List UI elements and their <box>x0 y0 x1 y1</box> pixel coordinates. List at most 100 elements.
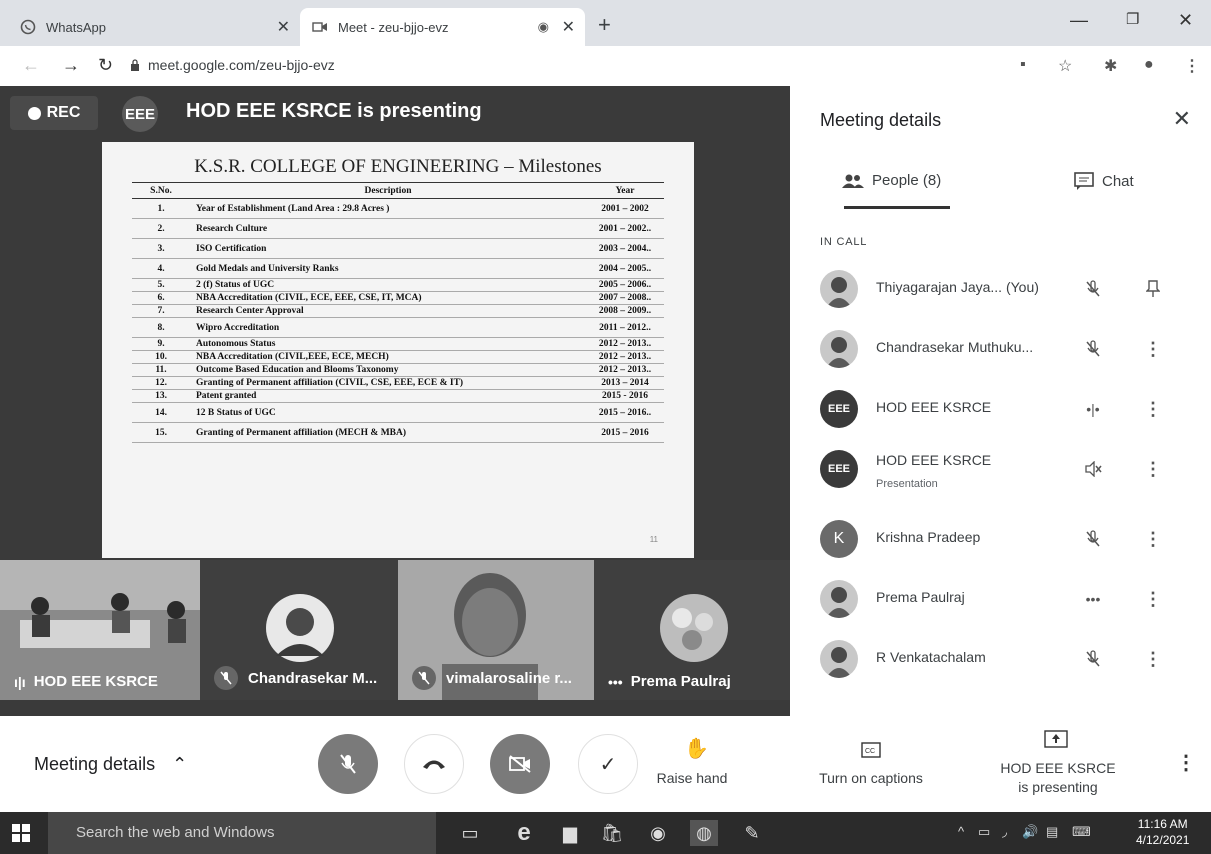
tile-name-label: Chandrasekar M... <box>214 666 377 690</box>
participant-tiles: ı|ı HOD EEE KSRCE Chandrasekar M... vima… <box>0 560 790 700</box>
edge-icon[interactable]: e <box>510 819 538 846</box>
minimize-icon[interactable]: — <box>1070 10 1088 31</box>
milestone-year: 2013 – 2014 <box>586 376 664 390</box>
task-view-icon[interactable]: ▭ <box>456 820 484 846</box>
presentation-stage: REC EEE HOD EEE KSRCE is presenting K.S.… <box>0 86 790 716</box>
milestone-row: 9. Autonomous Status 2012 – 2013.. <box>132 337 664 351</box>
milestone-year: 2015 – 2016 <box>586 422 664 443</box>
chat-icon <box>1074 172 1094 190</box>
paint-icon[interactable]: ✎ <box>738 820 766 846</box>
tile-name-label: ••• Prema Paulraj <box>608 673 731 690</box>
close-tab-icon[interactable]: ✕ <box>277 17 290 37</box>
new-tab-button[interactable]: + <box>598 12 611 38</box>
profile-icon[interactable]: ● <box>1144 56 1154 74</box>
participant-tile[interactable]: Chandrasekar M... <box>200 560 398 700</box>
taskbar-clock[interactable]: 11:16 AM 4/12/2021 <box>1136 816 1189 848</box>
mic-off-icon <box>214 666 238 690</box>
back-icon[interactable]: ← <box>22 55 40 76</box>
volume-off-icon[interactable] <box>1080 456 1106 482</box>
panel-close-icon[interactable]: ✕ <box>1173 106 1191 132</box>
milestone-sno: 2. <box>132 218 190 239</box>
milestone-description: Granting of Permanent affiliation (MECH … <box>190 422 586 443</box>
mic-toggle-button[interactable] <box>318 734 378 794</box>
milestone-year: 2008 – 2009.. <box>586 304 664 318</box>
milestone-year: 2003 – 2004.. <box>586 238 664 259</box>
more-options-icon[interactable]: ⋮ <box>1140 526 1166 552</box>
more-options-icon[interactable]: ⋮ <box>1140 396 1166 422</box>
milestone-row: 2. Research Culture 2001 – 2002.. <box>132 218 664 239</box>
active-tab-indicator <box>844 206 950 209</box>
mic-off-icon[interactable] <box>1080 646 1106 672</box>
browser-menu-icon[interactable]: ⋮ <box>1184 56 1200 76</box>
milestone-description: 2 (f) Status of UGC <box>190 278 586 292</box>
participant-row[interactable]: Chandrasekar Muthuku... ⋮ <box>790 322 1211 382</box>
taskbar-search-box[interactable]: Search the web and Windows <box>48 812 436 854</box>
chromium-edge-icon[interactable]: ◉ <box>644 820 672 846</box>
participant-row[interactable]: R Venkatachalam ⋮ <box>790 632 1211 692</box>
participant-row[interactable]: EEE HOD EEE KSRCE •|• ⋮ <box>790 382 1211 442</box>
reload-icon[interactable]: ↻ <box>98 55 113 76</box>
milestone-row: 5. 2 (f) Status of UGC 2005 – 2006.. <box>132 278 664 292</box>
milestone-sno: 10. <box>132 350 190 364</box>
camera-icon[interactable]: ▪ <box>1020 56 1026 74</box>
participant-row[interactable]: EEE HOD EEE KSRCE Presentation ⋮ <box>790 442 1211 502</box>
slide-page-number: 11 <box>649 535 658 544</box>
mic-off-icon[interactable] <box>1080 336 1106 362</box>
volume-icon[interactable]: 🔊 <box>1022 824 1038 840</box>
tray-chevron-icon[interactable]: ^ <box>958 824 964 839</box>
more-options-icon[interactable]: ⋮ <box>1176 750 1196 775</box>
milestone-row: 1. Year of Establishment (Land Area : 29.… <box>132 198 664 219</box>
hand-icon: ✋ <box>684 738 709 760</box>
meeting-details-toggle[interactable]: Meeting details ⌃ <box>34 754 187 775</box>
camera-toggle-button[interactable] <box>490 734 550 794</box>
participant-tile[interactable]: ı|ı HOD EEE KSRCE <box>0 560 200 700</box>
window-close-icon[interactable]: ✕ <box>1178 10 1193 31</box>
more-dots-icon: ••• <box>608 673 623 690</box>
wifi-icon[interactable]: ◞ <box>1002 824 1007 840</box>
milestone-description: NBA Accreditation (CIVIL, ECE, EEE, CSE,… <box>190 291 586 305</box>
speaking-icon[interactable]: •|• <box>1080 396 1106 422</box>
pin-icon[interactable] <box>1140 276 1166 302</box>
mic-off-icon[interactable] <box>1080 276 1106 302</box>
notification-icon[interactable]: ▤ <box>1046 824 1058 840</box>
tab-chat[interactable]: Chat <box>1074 172 1134 190</box>
participant-row[interactable]: K Krishna Pradeep ⋮ <box>790 512 1211 572</box>
extensions-icon[interactable]: ✱ <box>1104 56 1117 76</box>
more-options-icon[interactable]: ⋮ <box>1140 456 1166 482</box>
participant-tile[interactable]: vimalarosaline r... <box>398 560 594 700</box>
url-field[interactable]: meet.google.com/zeu-bjjo-evz <box>148 57 335 73</box>
more-options-icon[interactable]: ⋮ <box>1140 586 1166 612</box>
tab-meet[interactable]: Meet - zeu-bjjo-evz ◉ ✕ <box>300 8 585 46</box>
mic-off-icon[interactable] <box>1080 526 1106 552</box>
file-explorer-icon[interactable]: ▆ <box>556 820 584 846</box>
windows-start-icon[interactable] <box>12 824 30 842</box>
participant-row[interactable]: Thiyagarajan Jaya... (You) <box>790 262 1211 322</box>
tab-people[interactable]: People (8) <box>842 172 941 189</box>
close-tab-icon[interactable]: ✕ <box>562 17 575 37</box>
leave-call-button[interactable] <box>404 734 464 794</box>
tab-whatsapp[interactable]: WhatsApp ✕ <box>20 8 300 46</box>
more-options-icon[interactable]: ⋮ <box>1140 336 1166 362</box>
more-dots-icon[interactable]: ••• <box>1080 586 1106 612</box>
store-icon[interactable]: 🛍 <box>598 820 626 846</box>
chrome-icon[interactable]: ◍ <box>690 820 718 846</box>
milestone-description: Year of Establishment (Land Area : 29.8 … <box>190 198 586 219</box>
presented-slide: K.S.R. COLLEGE OF ENGINEERING – Mileston… <box>102 142 694 558</box>
participant-subtitle: Presentation <box>876 478 938 490</box>
milestone-year: 2007 – 2008.. <box>586 291 664 305</box>
confirm-button[interactable]: ✓ <box>578 734 638 794</box>
restore-icon[interactable]: ❐ <box>1126 10 1139 28</box>
forward-icon[interactable]: → <box>62 55 80 76</box>
participant-tile[interactable]: ••• Prema Paulraj <box>594 560 790 700</box>
battery-icon[interactable]: ▭ <box>978 824 990 840</box>
milestone-row: 10. NBA Accreditation (CIVIL,EEE, ECE, ME… <box>132 350 664 364</box>
participant-avatar: EEE <box>820 390 858 428</box>
milestone-sno: 15. <box>132 422 190 443</box>
bookmark-star-icon[interactable]: ☆ <box>1058 56 1072 76</box>
windows-taskbar: Search the web and Windows ▭ e ▆ 🛍 ◉ ◍ ✎… <box>0 812 1211 854</box>
milestone-sno: 12. <box>132 376 190 390</box>
more-options-icon[interactable]: ⋮ <box>1140 646 1166 672</box>
participant-row[interactable]: Prema Paulraj ••• ⋮ <box>790 572 1211 632</box>
participant-name: Krishna Pradeep <box>876 529 981 545</box>
keyboard-icon[interactable]: ⌨ <box>1072 824 1091 840</box>
